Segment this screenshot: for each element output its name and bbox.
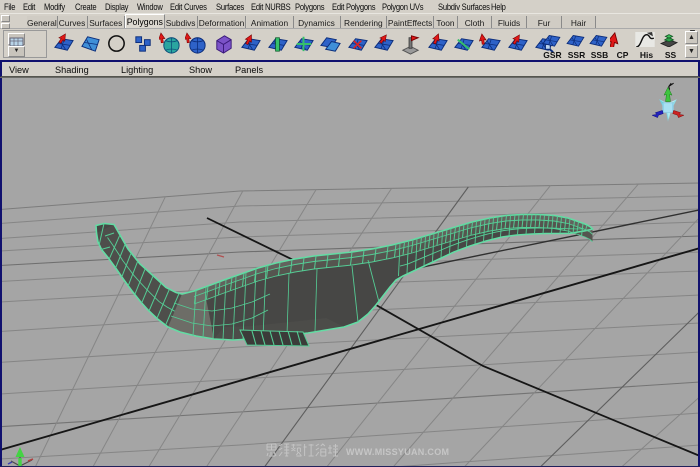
svg-text:WWW.MISSYUAN.COM: WWW.MISSYUAN.COM [346, 447, 449, 457]
